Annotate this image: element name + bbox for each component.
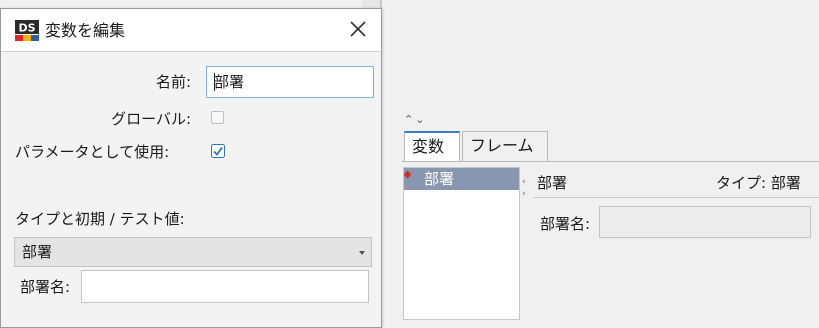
name-input[interactable]: 部署	[206, 66, 374, 98]
detail-dept-input[interactable]	[599, 206, 811, 238]
tab-frames[interactable]: フレーム	[462, 131, 548, 161]
global-label: グローバル:	[111, 110, 191, 128]
list-item[interactable]: 部署	[403, 168, 519, 190]
detail-variable-type: タイプ: 部署	[716, 174, 801, 192]
list-item-label: 部署	[424, 170, 455, 188]
global-checkbox[interactable]	[211, 111, 224, 124]
chevron-down-icon	[359, 251, 365, 255]
app-logo-icon: DS	[15, 20, 39, 41]
detail-variable-name: 部署	[537, 174, 568, 192]
name-input-value: 部署	[214, 73, 245, 91]
dialog-title: 変数を編集	[45, 21, 126, 40]
dept-name-input[interactable]	[81, 270, 369, 303]
dept-name-label: 部署名:	[20, 278, 71, 296]
logo-text: DS	[18, 22, 35, 35]
tab-variables[interactable]: 変数	[404, 131, 460, 162]
tab-variables-label: 変数	[412, 137, 445, 156]
detail-divider	[533, 197, 819, 198]
detail-dept-label: 部署名:	[540, 215, 591, 233]
type-dropdown-value: 部署	[22, 243, 53, 261]
type-dropdown[interactable]: 部署	[14, 237, 372, 267]
tab-frames-label: フレーム	[470, 136, 534, 155]
parameter-marker-icon	[403, 170, 412, 179]
splitter-handle[interactable]: ‹ ›	[522, 176, 530, 200]
use-as-parameter-label: パラメータとして使用:	[15, 143, 170, 161]
text-caret	[214, 73, 215, 91]
use-as-parameter-checkbox[interactable]	[211, 144, 225, 158]
name-label: 名前:	[155, 73, 191, 91]
type-initial-value-label: タイプと初期 / テスト値:	[15, 210, 185, 228]
close-icon[interactable]	[345, 16, 371, 42]
collapse-chevrons-icon[interactable]: ⌃⌄	[404, 113, 426, 126]
tab-strip-line	[402, 161, 819, 162]
